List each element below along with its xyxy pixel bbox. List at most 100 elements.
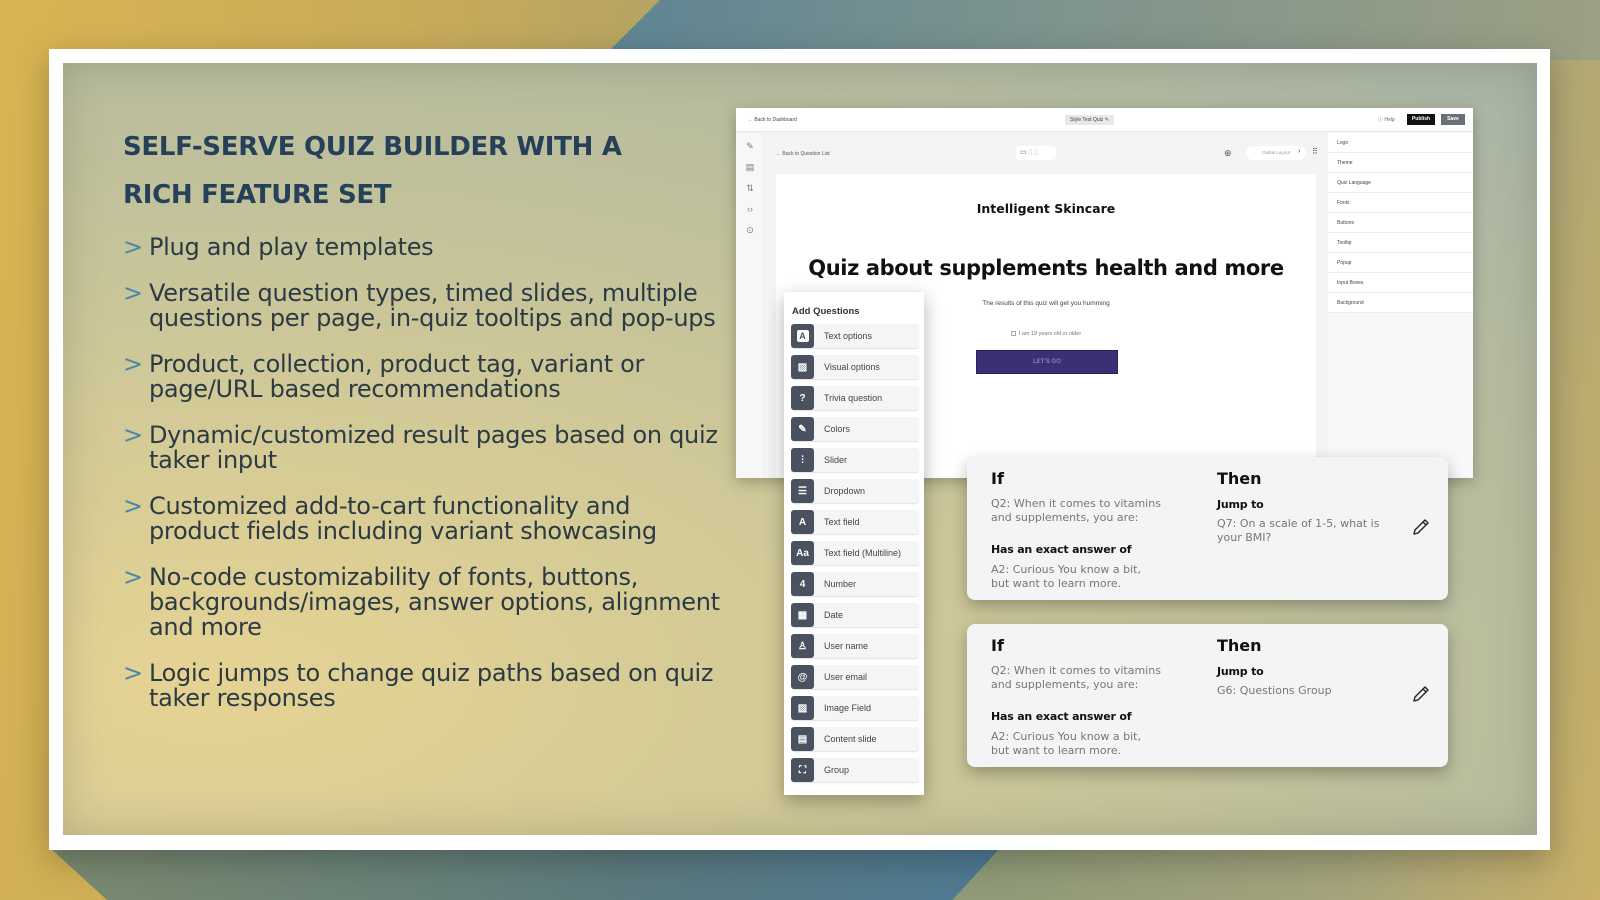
globe-icon[interactable]: ⊕ xyxy=(1224,148,1232,159)
feature-text: Customized add-to-cart functionality and… xyxy=(149,492,657,545)
builder-header: ← Back to Dashboard Style Test Quiz ✎ ⓘ … xyxy=(736,108,1473,132)
paint-brush-icon: ✎ xyxy=(791,417,814,441)
brand-name: Intelligent Skincare xyxy=(976,201,1116,216)
feature-text: No-code customizability of fonts, button… xyxy=(149,563,720,641)
document-icon: ▤ xyxy=(791,727,814,751)
style-item-buttons[interactable]: Buttons xyxy=(1328,213,1473,233)
question-type-label: Visual options xyxy=(824,362,880,372)
publish-button[interactable]: Publish xyxy=(1407,114,1435,125)
pencil-icon[interactable] xyxy=(1411,517,1431,537)
question-type-label: User name xyxy=(824,641,869,651)
question-type-label: Text field (Multiline) xyxy=(824,548,902,558)
question-type-trivia-question[interactable]: ? Trivia question xyxy=(791,386,919,410)
question-type-text-field-multiline[interactable]: Aa Text field (Multiline) xyxy=(791,541,919,565)
question-type-content-slide[interactable]: ▤ Content slide xyxy=(791,727,919,751)
play-icon[interactable]: ⊙ xyxy=(745,225,755,235)
quiz-title: Quiz about supplements health and more xyxy=(808,256,1284,280)
question-icon: ? xyxy=(791,386,814,410)
question-type-text-field[interactable]: A Text field xyxy=(791,510,919,534)
slide-frame: SELF-SERVE QUIZ BUILDER WITH A RICH FEAT… xyxy=(49,49,1550,850)
layout-select[interactable]: Global Layout xyxy=(1246,146,1306,160)
number-icon: 4 xyxy=(791,572,814,596)
style-item-background[interactable]: Background xyxy=(1328,293,1473,313)
image-field-icon: ▨ xyxy=(791,696,814,720)
desktop-icon[interactable]: ▭ xyxy=(1020,149,1027,156)
layout-icon[interactable]: ▤ xyxy=(745,162,755,172)
question-type-label: Dropdown xyxy=(824,486,866,496)
feature-item: > Versatile question types, timed slides,… xyxy=(123,281,723,331)
save-button[interactable]: Save xyxy=(1441,114,1465,125)
style-item-popup[interactable]: Popup xyxy=(1328,253,1473,273)
style-item-tooltip[interactable]: Tooltip xyxy=(1328,233,1473,253)
lets-go-button[interactable]: LET'S GO xyxy=(976,350,1118,374)
condition-question: Q2: When it comes to vitamins and supple… xyxy=(991,497,1161,524)
chevron-right-icon: > xyxy=(123,233,144,261)
question-type-label: Content slide xyxy=(824,734,877,744)
question-type-user-name[interactable]: ♙ User name xyxy=(791,634,919,658)
text-field-icon: A xyxy=(791,510,814,534)
jump-target: Q7: On a scale of 1-5, what is your BMI? xyxy=(1217,517,1380,544)
condition-operator: Has an exact answer of xyxy=(991,543,1132,556)
chevron-right-icon[interactable]: › xyxy=(1298,148,1300,155)
feature-text: Plug and play templates xyxy=(149,233,434,261)
if-label: If xyxy=(991,636,1004,655)
quiz-name-field[interactable]: Style Test Quiz ✎ xyxy=(1065,115,1114,125)
text-options-glyph: A xyxy=(796,330,809,342)
add-questions-panel: Add Questions A Text options ▨ Visual optio… xyxy=(784,292,924,795)
grid-icon[interactable]: ⠿ xyxy=(1312,147,1318,156)
style-item-logo[interactable]: Logo xyxy=(1328,133,1473,153)
question-type-group[interactable]: ⛶ Group xyxy=(791,758,919,782)
question-type-slider[interactable]: ⫶ Slider xyxy=(791,448,919,472)
feature-item: > Plug and play templates xyxy=(123,235,723,260)
question-type-label: Colors xyxy=(824,424,851,434)
then-label: Then xyxy=(1217,469,1262,488)
at-icon: @ xyxy=(791,665,814,689)
question-type-label: Text options xyxy=(824,331,873,341)
slide: SELF-SERVE QUIZ BUILDER WITH A RICH FEAT… xyxy=(63,63,1537,835)
chevron-right-icon: > xyxy=(123,350,144,378)
feature-item: > Logic jumps to change quiz paths based … xyxy=(123,661,723,711)
checkbox[interactable] xyxy=(1010,331,1016,337)
feature-text: Dynamic/customized result pages based on… xyxy=(149,421,718,474)
style-item-theme[interactable]: Theme xyxy=(1328,153,1473,173)
add-questions-title: Add Questions xyxy=(792,306,860,317)
mobile-icon[interactable]: ▯ xyxy=(1034,149,1038,156)
condition-question: Q2: When it comes to vitamins and supple… xyxy=(991,664,1161,691)
jump-target: G6: Questions Group xyxy=(1217,684,1332,697)
back-to-question-list-link[interactable]: ← Back to Question List xyxy=(776,151,830,157)
code-icon[interactable]: ‹› xyxy=(745,204,755,214)
question-type-image-field[interactable]: ▨ Image Field xyxy=(791,696,919,720)
question-type-user-email[interactable]: @ User email xyxy=(791,665,919,689)
back-to-dashboard-link[interactable]: ← Back to Dashboard xyxy=(748,117,797,123)
calendar-icon: ▦ xyxy=(791,603,814,627)
question-type-dropdown[interactable]: ☰ Dropdown xyxy=(791,479,919,503)
pencil-icon[interactable] xyxy=(1411,684,1431,704)
feature-item: > Product, collection, product tag, varia… xyxy=(123,352,723,402)
action-label: Jump to xyxy=(1217,665,1264,678)
question-type-label: User email xyxy=(824,672,868,682)
style-item-quiz-language[interactable]: Quiz Language xyxy=(1328,173,1473,193)
chevron-right-icon: > xyxy=(123,563,144,591)
condition-answer: A2: Curious You know a bit, but want to … xyxy=(991,730,1141,757)
age-checkbox-label: I am 18 years old or older xyxy=(1018,331,1082,337)
edit-icon[interactable]: ✎ xyxy=(745,141,755,151)
action-label: Jump to xyxy=(1217,498,1264,511)
logic-icon[interactable]: ⇅ xyxy=(745,183,755,193)
question-type-colors[interactable]: ✎ Colors xyxy=(791,417,919,441)
question-type-text-options[interactable]: A Text options xyxy=(791,324,919,348)
style-item-input-boxes[interactable]: Input Boxes xyxy=(1328,273,1473,293)
builder-side-rail: ✎ ▤ ⇅ ‹› ⊙ xyxy=(736,133,764,478)
then-label: Then xyxy=(1217,636,1262,655)
device-toggle[interactable]: ▭ ▯ ▯ xyxy=(1016,146,1056,160)
help-button[interactable]: ⓘ Help xyxy=(1378,116,1395,123)
feature-text: Product, collection, product tag, varian… xyxy=(149,350,645,403)
question-type-label: Text field xyxy=(824,517,860,527)
logic-rule-card: If Q2: When it comes to vitamins and sup… xyxy=(967,457,1448,600)
tablet-icon[interactable]: ▯ xyxy=(1029,149,1033,156)
multiline-text-icon: Aa xyxy=(791,541,814,565)
question-type-number[interactable]: 4 Number xyxy=(791,572,919,596)
style-item-fonts[interactable]: Fonts xyxy=(1328,193,1473,213)
question-type-date[interactable]: ▦ Date xyxy=(791,603,919,627)
question-type-visual-options[interactable]: ▨ Visual options xyxy=(791,355,919,379)
question-type-label: Group xyxy=(824,765,850,775)
